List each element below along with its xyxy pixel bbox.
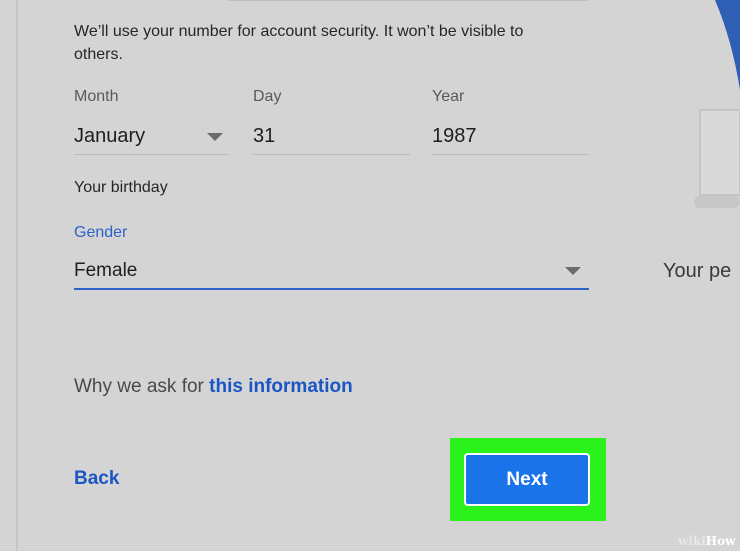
month-value: January [74, 125, 146, 147]
month-label: Month [74, 88, 119, 105]
gender-value: Female [74, 260, 138, 281]
year-input[interactable]: 1987 [432, 118, 589, 156]
day-input[interactable]: 31 [253, 118, 410, 156]
gender-select[interactable] [74, 252, 589, 290]
wikihow-watermark: wikiHow [678, 534, 735, 548]
why-prefix: Why we ask for [74, 376, 210, 397]
top-divider [228, 0, 588, 1]
day-label: Day [253, 88, 282, 105]
gender-underline [74, 288, 589, 290]
year-underline [432, 154, 589, 155]
account-illustration [694, 0, 740, 208]
this-information-link[interactable]: this information [209, 376, 353, 397]
year-label: Year [432, 88, 465, 105]
card-left-edge [16, 0, 18, 551]
chevron-down-icon [207, 133, 223, 141]
watermark-wiki: wiki [678, 534, 706, 548]
day-value: 31 [253, 125, 276, 147]
back-button[interactable]: Back [74, 468, 119, 490]
gender-label: Gender [74, 224, 128, 241]
why-we-ask-text: Why we ask for this information [74, 376, 353, 398]
side-panel-text: Your pe [663, 260, 732, 282]
chevron-down-icon [565, 267, 581, 275]
year-value: 1987 [432, 125, 477, 147]
signup-page: We’ll use your number for account securi… [0, 0, 740, 551]
birthday-caption: Your birthday [74, 179, 168, 196]
day-underline [253, 154, 410, 155]
phone-usage-note: We’ll use your number for account securi… [74, 23, 524, 63]
watermark-how: How [705, 534, 736, 548]
month-underline [74, 154, 229, 155]
next-button[interactable]: Next [464, 453, 590, 506]
month-select[interactable]: January [74, 118, 229, 156]
